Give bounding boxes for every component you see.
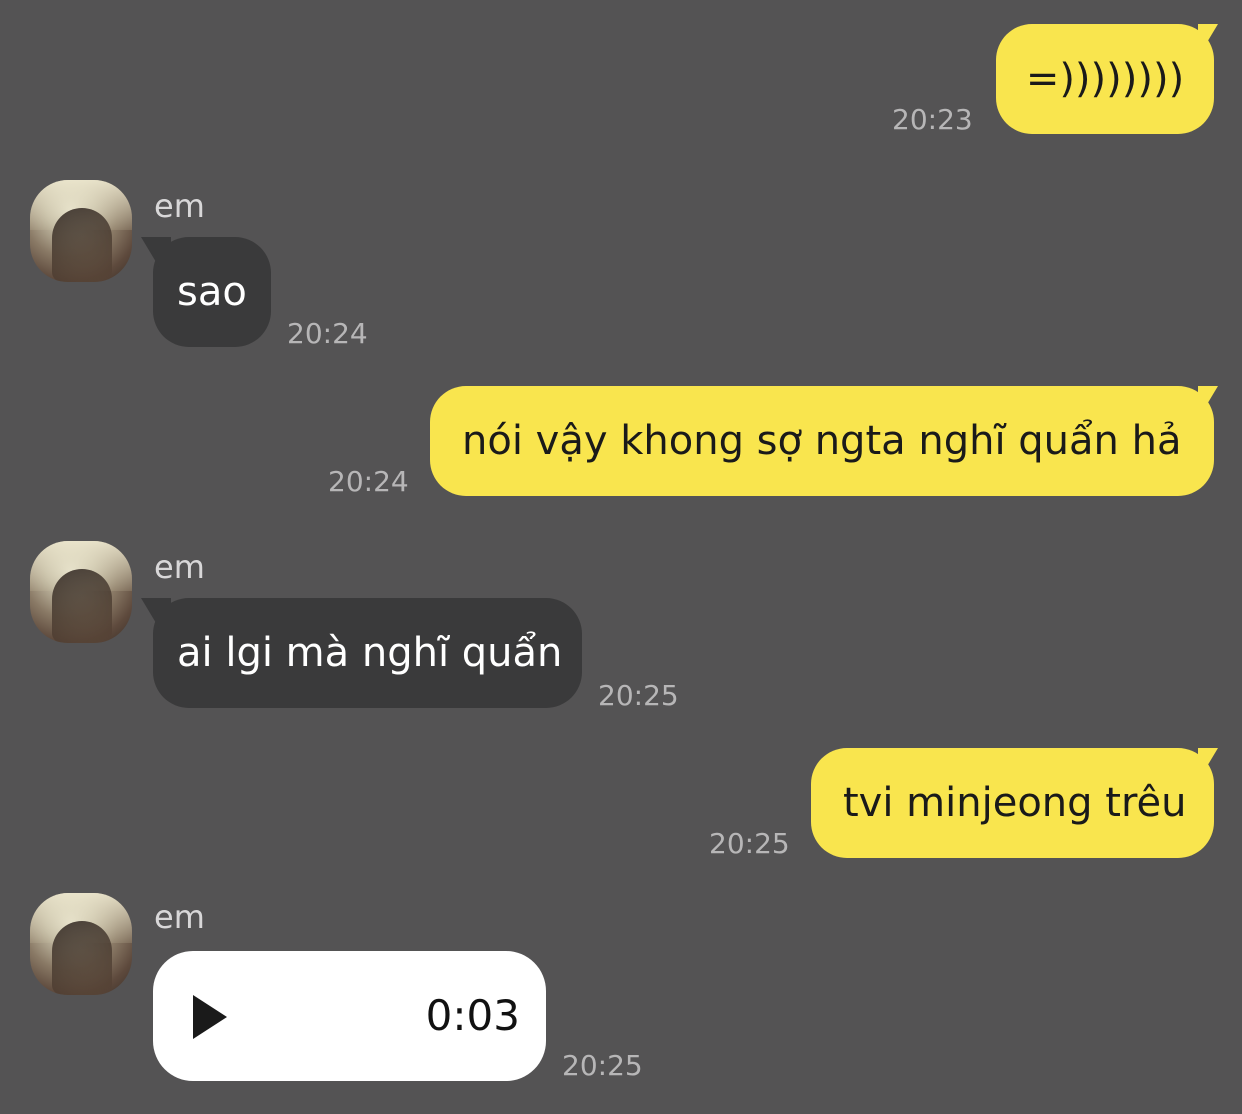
bubble-tail xyxy=(1198,24,1228,54)
sender-name: em xyxy=(154,187,205,225)
avatar[interactable] xyxy=(30,180,132,282)
message-timestamp: 20:25 xyxy=(598,679,679,712)
incoming-message-bubble[interactable]: ai lgi mà nghĩ quẩn xyxy=(153,598,582,708)
bubble-tail xyxy=(141,237,171,267)
bubble-tail xyxy=(1198,748,1228,778)
outgoing-message-bubble[interactable]: =)))))))) xyxy=(996,24,1214,134)
voice-duration: 0:03 xyxy=(425,991,520,1040)
sender-name: em xyxy=(154,548,205,586)
incoming-message-bubble[interactable]: sao xyxy=(153,237,271,347)
message-text: nói vậy khong sợ ngta nghĩ quẩn hả xyxy=(462,418,1182,464)
bubble-tail xyxy=(141,598,171,628)
voice-message-bubble[interactable]: 0:03 xyxy=(153,951,546,1081)
message-timestamp: 20:24 xyxy=(328,465,409,498)
message-text: tvi minjeong trêu xyxy=(843,780,1187,826)
message-text: sao xyxy=(177,269,247,315)
avatar[interactable] xyxy=(30,541,132,643)
chat-thread: =)))))))) 20:23 em sao 20:24 nói vậy kho… xyxy=(0,0,1242,1114)
bubble-tail xyxy=(1198,386,1228,416)
outgoing-message-bubble[interactable]: tvi minjeong trêu xyxy=(811,748,1214,858)
avatar[interactable] xyxy=(30,893,132,995)
message-timestamp: 20:24 xyxy=(287,317,368,350)
outgoing-message-bubble[interactable]: nói vậy khong sợ ngta nghĩ quẩn hả xyxy=(430,386,1214,496)
message-text: ai lgi mà nghĩ quẩn xyxy=(177,630,563,676)
play-icon[interactable] xyxy=(193,995,227,1039)
message-timestamp: 20:23 xyxy=(892,103,973,136)
message-text: =)))))))) xyxy=(1025,56,1185,102)
message-timestamp: 20:25 xyxy=(562,1049,643,1082)
sender-name: em xyxy=(154,898,205,936)
message-timestamp: 20:25 xyxy=(709,827,790,860)
